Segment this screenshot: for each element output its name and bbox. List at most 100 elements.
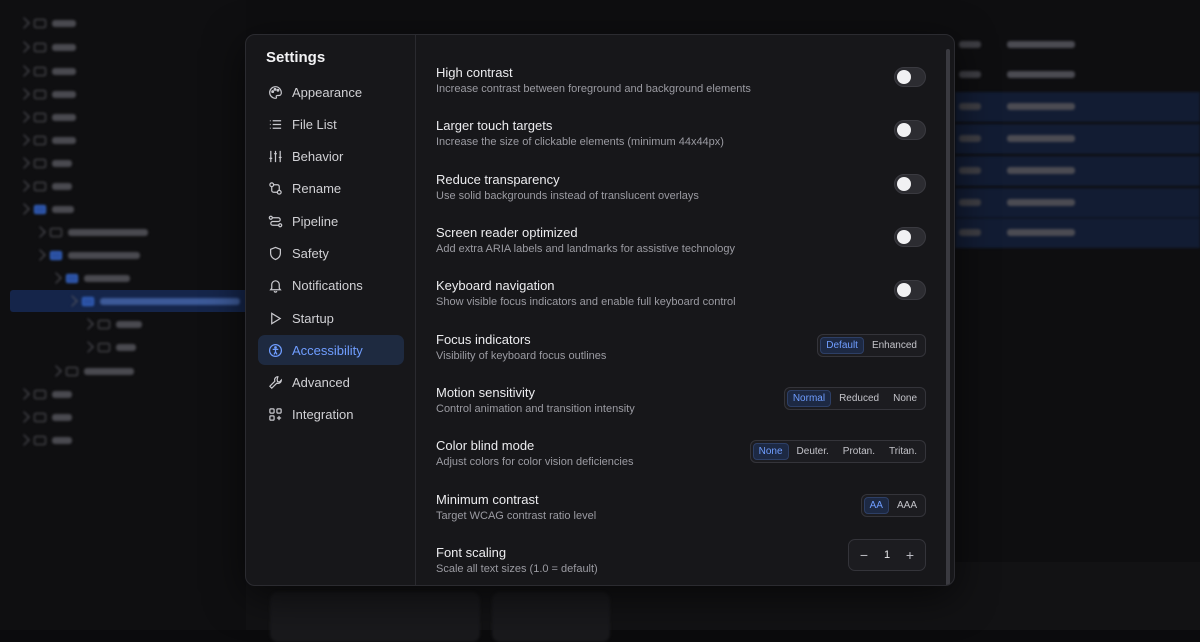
color-blind-option-deuter[interactable]: Deuter. [791,443,835,460]
nav-item-file-list[interactable]: File List [258,109,404,139]
play-icon [268,311,283,326]
nav-label: Rename [292,181,341,196]
setting-label: Motion sensitivity [436,385,535,400]
palette-icon [268,85,283,100]
reduce-transparency-toggle[interactable] [894,174,926,194]
bell-icon [268,278,283,293]
setting-label: High contrast [436,65,513,80]
toggle-knob [897,177,911,191]
settings-scrollbar[interactable] [946,49,950,586]
focus-indicators-segmented: Default Enhanced [817,334,926,357]
accessibility-settings-panel: High contrast Increase contrast between … [416,35,946,585]
setting-keyboard-navigation: Keyboard navigation Show visible focus i… [436,278,926,318]
min-contrast-segmented: AA AAA [861,494,926,517]
setting-description: Visibility of keyboard focus outlines [436,350,606,362]
motion-option-none[interactable]: None [887,390,923,407]
setting-description: Adjust colors for color vision deficienc… [436,456,633,468]
focus-option-enhanced[interactable]: Enhanced [866,337,923,354]
nav-item-pipeline[interactable]: Pipeline [258,206,404,236]
nav-label: Startup [292,311,334,326]
background-file-tree [0,0,246,630]
setting-description: Control animation and transition intensi… [436,403,635,415]
background-card [270,592,480,642]
setting-label: Reduce transparency [436,172,560,187]
wrench-icon [268,375,283,390]
motion-option-normal[interactable]: Normal [787,390,831,407]
nav-label: Notifications [292,278,363,293]
setting-description: Add extra ARIA labels and landmarks for … [436,243,735,255]
color-blind-option-tritan[interactable]: Tritan. [883,443,923,460]
increment-button[interactable]: + [903,548,917,562]
setting-reduce-transparency: Reduce transparency Use solid background… [436,172,926,212]
nav-item-advanced[interactable]: Advanced [258,368,404,398]
contrast-option-aa[interactable]: AA [864,497,889,514]
toggle-knob [897,70,911,84]
setting-description: Use solid backgrounds instead of translu… [436,190,699,202]
setting-label: Color blind mode [436,438,534,453]
settings-sidebar: Settings Appearance File List Behavior R… [246,35,416,585]
setting-label: Focus indicators [436,332,531,347]
nav-item-startup[interactable]: Startup [258,303,404,333]
nav-item-behavior[interactable]: Behavior [258,142,404,172]
setting-description: Scale all text sizes (1.0 = default) [436,563,598,575]
nav-label: Behavior [292,149,343,164]
nav-label: Advanced [292,375,350,390]
nav-label: File List [292,117,337,132]
setting-minimum-contrast: Minimum contrast Target WCAG contrast ra… [436,492,926,532]
color-blind-option-none[interactable]: None [753,443,789,460]
keyboard-navigation-toggle[interactable] [894,280,926,300]
nav-item-appearance[interactable]: Appearance [258,77,404,107]
color-blind-segmented: None Deuter. Protan. Tritan. [750,440,926,463]
setting-label: Keyboard navigation [436,278,555,293]
settings-dialog: Settings Appearance File List Behavior R… [245,34,955,586]
motion-segmented: Normal Reduced None [784,387,926,410]
grid-plus-icon [268,407,283,422]
setting-description: Target WCAG contrast ratio level [436,510,596,522]
nav-item-rename[interactable]: Rename [258,174,404,204]
screen-reader-toggle[interactable] [894,227,926,247]
setting-color-blind-mode: Color blind mode Adjust colors for color… [436,438,926,478]
nav-item-accessibility[interactable]: Accessibility [258,335,404,365]
sliders-icon [268,149,283,164]
setting-font-scaling: Font scaling Scale all text sizes (1.0 =… [436,545,926,585]
font-scaling-value[interactable]: 1 [884,549,890,561]
setting-larger-touch-targets: Larger touch targets Increase the size o… [436,118,926,158]
list-icon [268,117,283,132]
setting-motion-sensitivity: Motion sensitivity Control animation and… [436,385,926,425]
background-card [492,592,610,642]
shield-icon [268,246,283,261]
setting-focus-indicators: Focus indicators Visibility of keyboard … [436,332,926,372]
color-blind-option-protan[interactable]: Protan. [837,443,881,460]
setting-description: Increase contrast between foreground and… [436,83,751,95]
nav-item-safety[interactable]: Safety [258,238,404,268]
font-scaling-stepper: − 1 + [848,539,926,571]
nav-label: Integration [292,407,353,422]
setting-label: Font scaling [436,545,506,560]
settings-title: Settings [266,49,325,66]
setting-description: Increase the size of clickable elements … [436,136,724,148]
high-contrast-toggle[interactable] [894,67,926,87]
setting-label: Larger touch targets [436,118,552,133]
focus-option-default[interactable]: Default [820,337,864,354]
setting-high-contrast: High contrast Increase contrast between … [436,65,926,105]
contrast-option-aaa[interactable]: AAA [891,497,923,514]
nav-item-notifications[interactable]: Notifications [258,271,404,301]
settings-nav: Appearance File List Behavior Rename Pip… [258,77,404,432]
toggle-knob [897,283,911,297]
decrement-button[interactable]: − [857,548,871,562]
setting-description: Show visible focus indicators and enable… [436,296,736,308]
larger-touch-targets-toggle[interactable] [894,120,926,140]
toggle-knob [897,123,911,137]
setting-screen-reader: Screen reader optimized Add extra ARIA l… [436,225,926,265]
pipeline-icon [268,214,283,229]
setting-label: Screen reader optimized [436,225,578,240]
nav-label: Pipeline [292,214,338,229]
accessibility-icon [268,343,283,358]
toggle-knob [897,230,911,244]
nav-label: Appearance [292,85,362,100]
nav-label: Safety [292,246,329,261]
nav-item-integration[interactable]: Integration [258,400,404,430]
motion-option-reduced[interactable]: Reduced [833,390,885,407]
nav-label: Accessibility [292,343,363,358]
setting-label: Minimum contrast [436,492,539,507]
